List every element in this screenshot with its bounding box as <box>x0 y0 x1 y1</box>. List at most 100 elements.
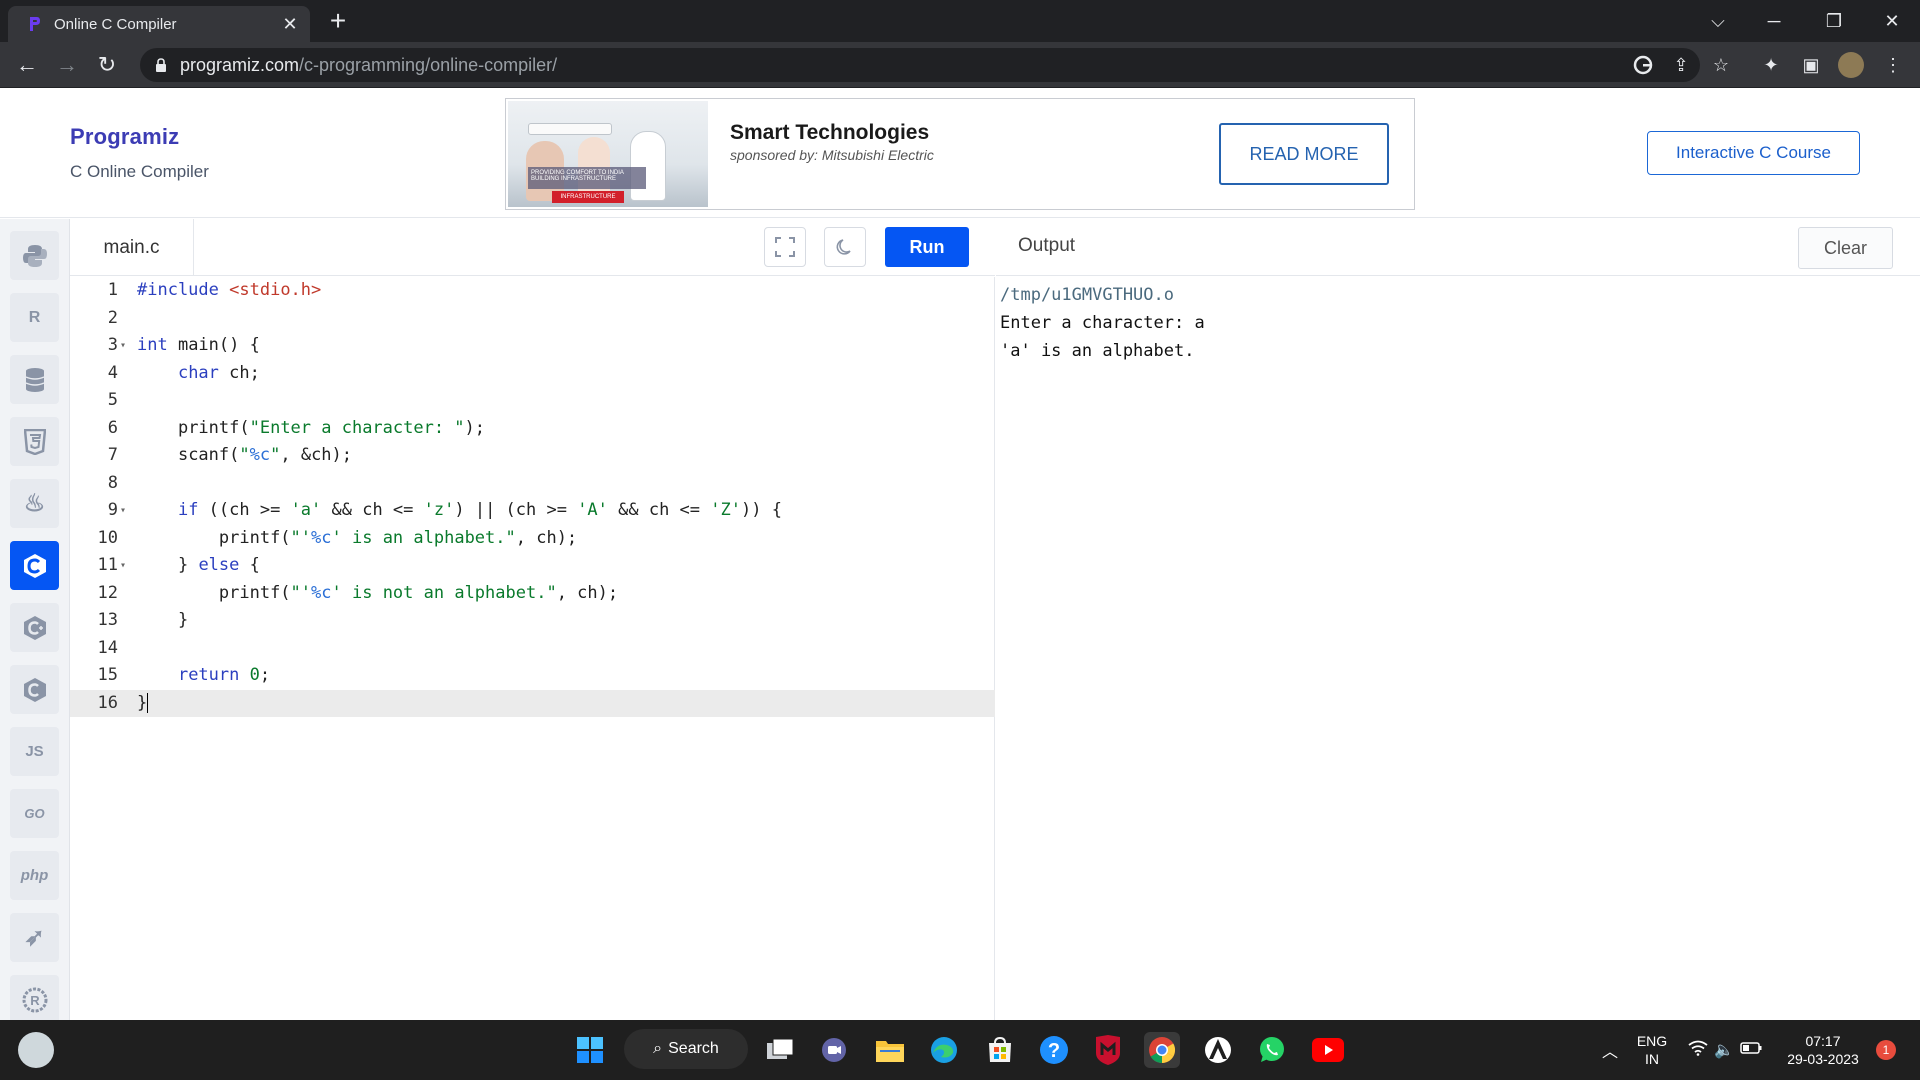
ad-image-tag: INFRASTRUCTURE <box>552 191 624 203</box>
output-console[interactable]: /tmp/u1GMVGTHUO.o Enter a character: a '… <box>996 277 1920 1020</box>
ad-read-more-button[interactable]: READ MORE <box>1219 123 1389 185</box>
start-windows-icon[interactable] <box>572 1032 608 1068</box>
sidebar-item-rust[interactable]: R <box>10 975 59 1024</box>
sidebar-item-csharp[interactable] <box>10 665 59 714</box>
show-hidden-icons-chevron[interactable]: ︿ <box>1592 1032 1628 1068</box>
fullscreen-button[interactable] <box>764 227 806 267</box>
restore-icon[interactable]: ❐ <box>1806 0 1862 42</box>
ad-image: PROVIDING COMFORT TO INDIA BUILDING INFR… <box>508 101 708 207</box>
fold-arrow-icon[interactable]: ▾ <box>120 552 126 580</box>
side-panel-icon[interactable]: ▣ <box>1798 52 1824 78</box>
browser-tab[interactable]: Online C Compiler ✕ <box>8 6 310 42</box>
edge-browser-icon[interactable] <box>926 1032 962 1068</box>
chrome-menu-icon[interactable]: ⋮ <box>1880 52 1906 78</box>
sidebar-item-go[interactable]: GO <box>10 789 59 838</box>
profile-avatar[interactable] <box>1838 52 1864 78</box>
browser-toolbar: ← → ↻ programiz.com/c-programming/online… <box>0 42 1920 88</box>
youtube-icon[interactable] <box>1310 1032 1346 1068</box>
code-line[interactable]: 7 scanf("%c", &ch); <box>70 442 995 470</box>
code-line[interactable]: 11 ▾ } else { <box>70 552 995 580</box>
minimize-icon[interactable]: ─ <box>1746 0 1802 42</box>
site-header: Programiz C Online Compiler PROVIDING CO… <box>0 88 1920 218</box>
sidebar-item-html[interactable] <box>10 417 59 466</box>
text-cursor <box>147 692 149 713</box>
programiz-logo[interactable]: Programiz <box>70 124 179 150</box>
input-language[interactable]: ENG IN <box>1630 1032 1674 1068</box>
address-bar[interactable]: programiz.com/c-programming/online-compi… <box>140 48 1700 82</box>
fold-arrow-icon[interactable]: ▾ <box>120 332 126 360</box>
whatsapp-icon[interactable] <box>1254 1032 1290 1068</box>
bookmark-star-icon[interactable]: ☆ <box>1708 52 1734 78</box>
sidebar-item-cpp[interactable] <box>10 603 59 652</box>
database-icon <box>25 367 44 392</box>
clock[interactable]: 07:17 29-03-2023 <box>1778 1032 1868 1068</box>
programiz-favicon-icon <box>26 16 42 32</box>
app-icon[interactable] <box>1200 1032 1236 1068</box>
run-button[interactable]: Run <box>885 227 969 267</box>
code-line[interactable]: 14 <box>70 635 995 663</box>
sidebar-item-swift[interactable]: ➶ <box>10 913 59 962</box>
rust-icon: R <box>22 987 47 1012</box>
code-line[interactable]: 5 <box>70 387 995 415</box>
clear-button[interactable]: Clear <box>1798 227 1893 269</box>
code-line[interactable]: 12 printf("'%c' is not an alphabet.", ch… <box>70 580 995 608</box>
go-icon: GO <box>24 806 45 821</box>
svg-text:R: R <box>30 993 40 1008</box>
python-icon <box>22 244 47 267</box>
code-line[interactable]: 13 } <box>70 607 995 635</box>
extensions-puzzle-icon[interactable]: ✦ <box>1758 52 1784 78</box>
code-line[interactable]: 15 return 0; <box>70 662 995 690</box>
teams-chat-icon[interactable] <box>816 1032 852 1068</box>
code-line[interactable]: 10 printf("'%c' is an alphabet.", ch); <box>70 525 995 553</box>
help-icon[interactable]: ? <box>1036 1032 1072 1068</box>
code-line[interactable]: 9 ▾ if ((ch >= 'a' && ch <= 'z') || (ch >… <box>70 497 995 525</box>
sidebar-item-python[interactable] <box>10 231 59 280</box>
notification-badge[interactable]: 1 <box>1876 1040 1896 1060</box>
r-icon: R <box>28 308 41 326</box>
google-lens-icon[interactable] <box>1630 52 1656 78</box>
code-line[interactable]: 6 printf("Enter a character: "); <box>70 415 995 443</box>
code-line[interactable]: 2 <box>70 305 995 333</box>
cpp-icon <box>23 615 46 640</box>
sidebar-item-sql[interactable] <box>10 355 59 404</box>
file-tab-main-c[interactable]: main.c <box>70 219 194 276</box>
chrome-icon[interactable] <box>1144 1032 1180 1068</box>
new-tab-button[interactable]: + <box>322 6 354 38</box>
system-tray-status[interactable]: 🔈 <box>1680 1032 1770 1068</box>
interactive-course-button[interactable]: Interactive C Course <box>1647 131 1860 175</box>
javascript-icon: JS <box>25 743 44 760</box>
weather-icon[interactable] <box>18 1032 54 1068</box>
forward-arrow-icon[interactable]: → <box>52 50 82 80</box>
code-editor[interactable]: 1 #include <stdio.h> 2 3 ▾ int main() { 4 c… <box>70 277 995 1020</box>
output-line: Enter a character: a <box>1000 313 1205 333</box>
reload-icon[interactable]: ↻ <box>92 50 122 80</box>
mcafee-icon[interactable] <box>1090 1032 1126 1068</box>
dark-mode-toggle[interactable] <box>824 227 866 267</box>
code-line[interactable]: 8 <box>70 470 995 498</box>
tab-close-icon[interactable]: ✕ <box>280 14 300 35</box>
code-line[interactable]: 3 ▾ int main() { <box>70 332 995 360</box>
person-illustration <box>630 131 666 201</box>
task-view-icon[interactable] <box>762 1032 798 1068</box>
sidebar-item-r[interactable]: R <box>10 293 59 342</box>
file-explorer-icon[interactable] <box>872 1032 908 1068</box>
code-line[interactable]: 1 #include <stdio.h> <box>70 277 995 305</box>
back-arrow-icon[interactable]: ← <box>12 50 42 80</box>
sidebar-item-java[interactable]: ♨ <box>10 479 59 528</box>
tab-search-chevron-icon[interactable]: ⌵ <box>1690 0 1746 42</box>
code-line[interactable]: 4 char ch; <box>70 360 995 388</box>
sidebar-item-javascript[interactable]: JS <box>10 727 59 776</box>
sidebar-item-php[interactable]: php <box>10 851 59 900</box>
close-window-icon[interactable]: ✕ <box>1864 0 1920 42</box>
fullscreen-icon <box>775 237 795 257</box>
taskbar-search[interactable]: ⌕ Search <box>624 1029 748 1069</box>
ad-sponsor: sponsored by: Mitsubishi Electric <box>730 147 934 163</box>
ad-image-caption: PROVIDING COMFORT TO INDIA BUILDING INFR… <box>528 167 646 189</box>
share-icon[interactable]: ⇪ <box>1668 52 1694 78</box>
fold-arrow-icon[interactable]: ▾ <box>120 497 126 525</box>
php-icon: php <box>20 867 49 884</box>
microsoft-store-icon[interactable] <box>982 1032 1018 1068</box>
code-line-active[interactable]: 16} <box>70 689 995 717</box>
advertisement-banner[interactable]: PROVIDING COMFORT TO INDIA BUILDING INFR… <box>505 98 1415 210</box>
sidebar-item-c[interactable] <box>10 541 59 590</box>
